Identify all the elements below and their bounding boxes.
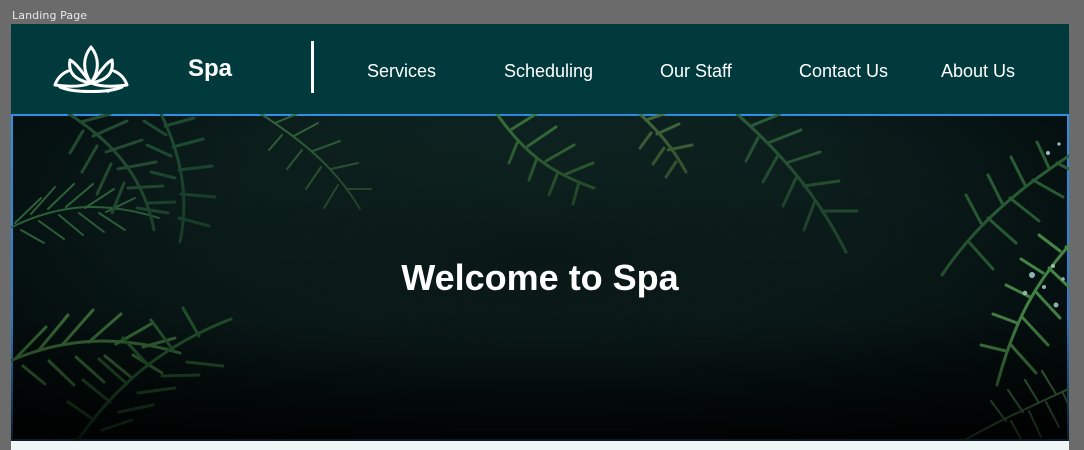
nav-link-our-staff[interactable]: Our Staff (660, 61, 732, 82)
page-content-edge (11, 441, 1069, 450)
nav-divider (311, 41, 314, 93)
lotus-icon[interactable] (53, 40, 129, 98)
nav-link-scheduling[interactable]: Scheduling (504, 61, 593, 82)
brand-name[interactable]: Spa (188, 55, 232, 83)
nav-link-services[interactable]: Services (367, 61, 436, 82)
hero-title: Welcome to Spa (401, 257, 679, 298)
top-navigation-bar: Spa Services Scheduling Our Staff Contac… (11, 24, 1069, 114)
frame-label: Landing Page (12, 9, 88, 22)
nav-link-about-us[interactable]: About Us (941, 61, 1015, 82)
nav-link-contact-us[interactable]: Contact Us (799, 61, 888, 82)
hero-section[interactable]: Welcome to Spa (11, 114, 1069, 441)
landing-page-frame: Spa Services Scheduling Our Staff Contac… (11, 24, 1069, 450)
